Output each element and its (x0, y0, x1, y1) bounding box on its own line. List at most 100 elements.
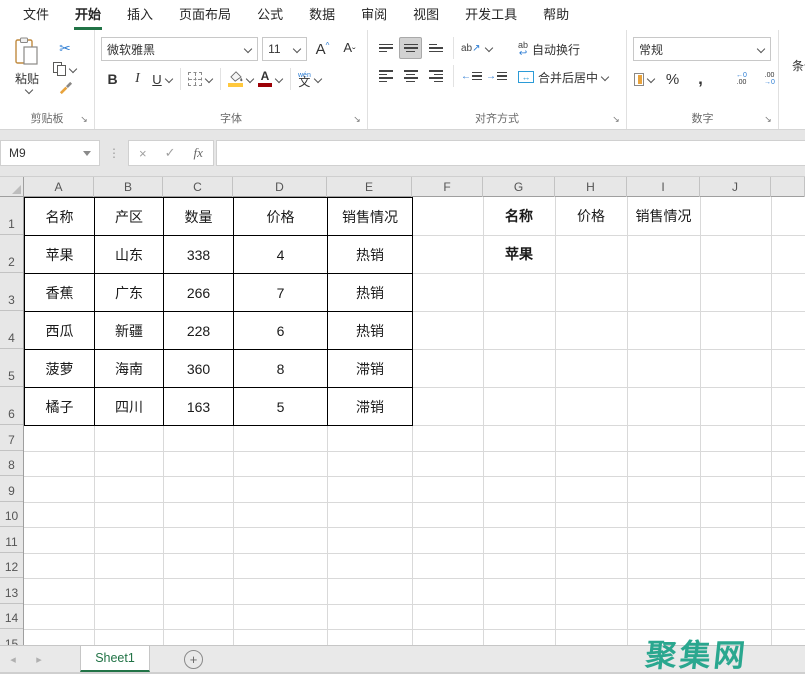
conditional-formatting-button[interactable]: 条件格式 (785, 37, 805, 74)
name-box-dropdown-icon[interactable] (83, 151, 91, 156)
add-sheet-button[interactable]: + (184, 650, 203, 669)
cell-A1[interactable]: 名称 (25, 198, 95, 236)
orientation-dropdown-icon[interactable] (486, 45, 493, 52)
cell-A2[interactable]: 苹果 (25, 236, 95, 274)
select-all-corner[interactable] (0, 177, 24, 197)
row-header-12[interactable]: 12 (0, 553, 23, 579)
row-header-2[interactable]: 2 (0, 235, 23, 273)
cell-B1[interactable]: 产区 (95, 198, 164, 236)
grow-font-button[interactable]: A^ (311, 38, 334, 60)
cell-E6[interactable]: 滞销 (328, 388, 413, 426)
next-sheet-button[interactable]: ▸ (26, 646, 52, 672)
cell-B4[interactable]: 新疆 (95, 312, 164, 350)
comma-style-button[interactable]: , (689, 68, 712, 90)
cell-D3[interactable]: 7 (234, 274, 328, 312)
cell-B5[interactable]: 海南 (95, 350, 164, 388)
align-middle-button[interactable] (399, 37, 422, 59)
row-header-13[interactable]: 13 (0, 578, 23, 604)
row-header-4[interactable]: 4 (0, 311, 23, 349)
column-header-H[interactable]: H (555, 177, 627, 197)
cell-A5[interactable]: 菠萝 (25, 350, 95, 388)
grid-area[interactable]: 名称 产区 数量 价格 销售情况 苹果 山东 338 4 热销 香蕉 广东 26… (0, 177, 805, 645)
increase-decimal-button[interactable]: ←0.00 (730, 68, 753, 90)
row-header-15[interactable]: 15 (0, 629, 23, 645)
row-header-8[interactable]: 8 (0, 451, 23, 477)
cell-A4[interactable]: 西瓜 (25, 312, 95, 350)
sheet-tab-sheet1[interactable]: Sheet1 (80, 646, 150, 672)
alignment-dialog-launcher[interactable]: ↘ (610, 114, 621, 125)
italic-button[interactable]: I (126, 68, 149, 90)
cell-D4[interactable]: 6 (234, 312, 328, 350)
font-color-button[interactable]: A (257, 68, 284, 90)
row-header-14[interactable]: 14 (0, 604, 23, 630)
cell-B6[interactable]: 四川 (95, 388, 164, 426)
font-size-select[interactable]: 11 (262, 37, 307, 61)
cell-E3[interactable]: 热销 (328, 274, 413, 312)
underline-dropdown-icon[interactable] (166, 76, 173, 83)
column-header-partial[interactable] (771, 177, 805, 197)
name-box[interactable]: M9 (0, 140, 100, 166)
cell-C3[interactable]: 266 (164, 274, 234, 312)
row-header-6[interactable]: 6 (0, 387, 23, 425)
align-top-button[interactable] (374, 37, 397, 59)
tab-file[interactable]: 文件 (10, 0, 62, 30)
data-table[interactable]: 名称 产区 数量 价格 销售情况 苹果 山东 338 4 热销 香蕉 广东 26… (24, 197, 413, 426)
cell-A3[interactable]: 香蕉 (25, 274, 95, 312)
column-header-G[interactable]: G (483, 177, 555, 197)
percent-style-button[interactable]: % (661, 68, 684, 90)
cell-E4[interactable]: 热销 (328, 312, 413, 350)
prev-sheet-button[interactable]: ◂ (0, 646, 26, 672)
cancel-icon[interactable]: × (139, 146, 147, 161)
column-header-B[interactable]: B (94, 177, 163, 197)
cell-D1[interactable]: 价格 (234, 198, 328, 236)
orientation-button[interactable]: ab↗ (460, 37, 494, 59)
accounting-format-button[interactable] (633, 68, 656, 90)
font-dialog-launcher[interactable]: ↘ (351, 114, 362, 125)
cut-button[interactable]: ✂ (52, 39, 78, 57)
cell-H1[interactable]: 价格 (555, 197, 627, 235)
row-header-11[interactable]: 11 (0, 527, 23, 553)
tab-home[interactable]: 开始 (62, 0, 114, 30)
row-header-10[interactable]: 10 (0, 502, 23, 528)
align-right-button[interactable] (424, 65, 447, 87)
merge-center-button[interactable]: ↔ 合并后居中 (518, 66, 609, 88)
clipboard-dialog-launcher[interactable]: ↘ (78, 114, 89, 125)
row-header-3[interactable]: 3 (0, 273, 23, 311)
cell-C6[interactable]: 163 (164, 388, 234, 426)
borders-dropdown-icon[interactable] (206, 76, 213, 83)
tab-review[interactable]: 审阅 (348, 0, 400, 30)
cell-A6[interactable]: 橘子 (25, 388, 95, 426)
tab-data[interactable]: 数据 (296, 0, 348, 30)
paste-button[interactable]: 粘贴 (6, 37, 48, 111)
wrap-text-button[interactable]: ab↩ 自动换行 (518, 38, 609, 60)
accounting-dropdown-icon[interactable] (648, 76, 655, 83)
enter-icon[interactable]: ✓ (165, 145, 176, 161)
cell-E5[interactable]: 滞销 (328, 350, 413, 388)
cell-B2[interactable]: 山东 (95, 236, 164, 274)
cell-C2[interactable]: 338 (164, 236, 234, 274)
phonetic-dropdown-icon[interactable] (315, 76, 322, 83)
bold-button[interactable]: B (101, 68, 124, 90)
tab-developer[interactable]: 开发工具 (452, 0, 530, 30)
cell-D6[interactable]: 5 (234, 388, 328, 426)
row-header-5[interactable]: 5 (0, 349, 23, 387)
cell-D2[interactable]: 4 (234, 236, 328, 274)
align-left-button[interactable] (374, 65, 397, 87)
number-dialog-launcher[interactable]: ↘ (762, 114, 773, 125)
cell-C5[interactable]: 360 (164, 350, 234, 388)
row-header-9[interactable]: 9 (0, 476, 23, 502)
column-header-C[interactable]: C (163, 177, 233, 197)
tab-view[interactable]: 视图 (400, 0, 452, 30)
align-bottom-button[interactable] (424, 37, 447, 59)
cell-I1[interactable]: 销售情况 (627, 197, 700, 235)
column-header-E[interactable]: E (327, 177, 412, 197)
column-header-D[interactable]: D (233, 177, 327, 197)
fill-color-button[interactable] (227, 68, 255, 90)
borders-button[interactable] (187, 68, 214, 90)
row-header-7[interactable]: 7 (0, 425, 23, 451)
cell-G2[interactable]: 苹果 (483, 235, 555, 273)
align-center-button[interactable] (399, 65, 422, 87)
formula-input[interactable] (216, 140, 805, 166)
increase-indent-button[interactable]: → (485, 65, 508, 87)
copy-dropdown-icon[interactable] (70, 66, 77, 73)
